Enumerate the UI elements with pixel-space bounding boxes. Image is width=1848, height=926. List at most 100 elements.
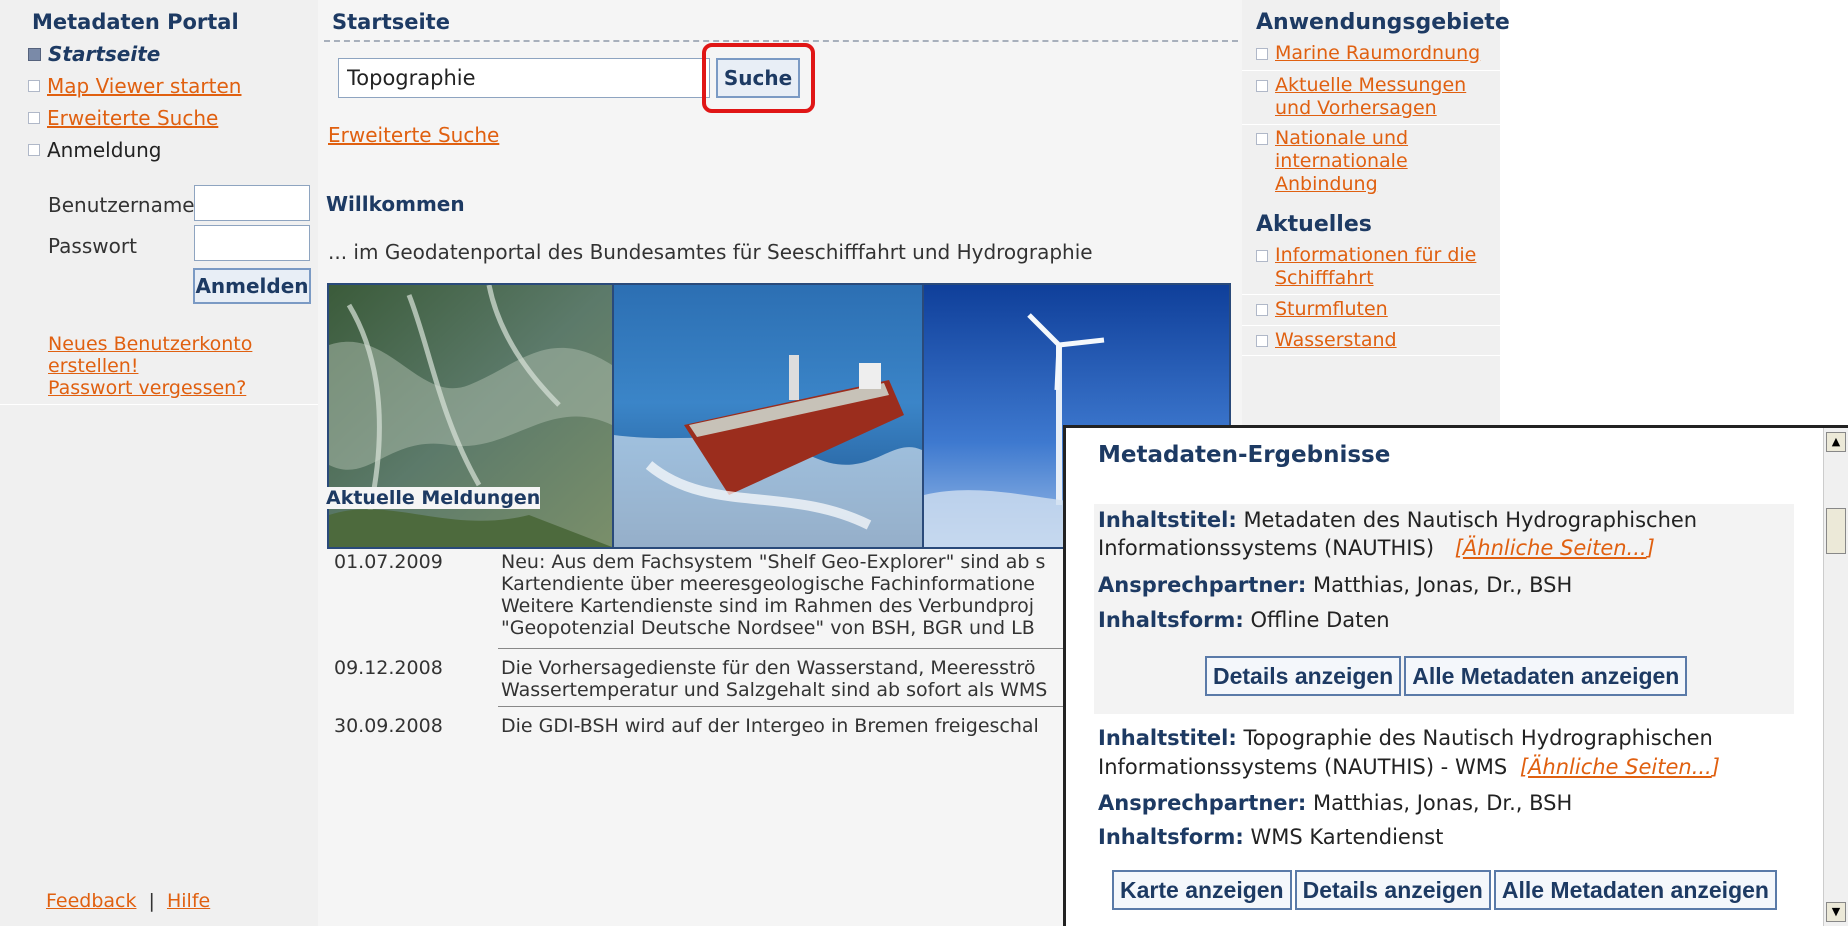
news-text: Die GDI-BSH wird auf der Intergeo in Bre…	[501, 715, 1039, 737]
divider	[0, 404, 318, 405]
bullet-icon	[28, 112, 40, 124]
sidebar-link[interactable]: Wasserstand	[1275, 329, 1397, 352]
result-title: Topographie des Nautisch Hydrographische…	[1243, 726, 1713, 750]
nav-item-erweiterte-suche[interactable]: Erweiterte Suche	[28, 106, 218, 130]
metadata-results-popup: Metadaten-Ergebnisse Inhaltstitel: Metad…	[1063, 425, 1848, 926]
contact-value: Matthias, Jonas, Dr., BSH	[1312, 573, 1573, 597]
news-separator	[498, 706, 1138, 707]
news-separator	[498, 648, 1138, 649]
nav-label: Anmeldung	[47, 138, 162, 162]
show-map-button[interactable]: Karte anzeigen	[1112, 870, 1292, 910]
news-date: 30.09.2008	[334, 715, 443, 737]
result-form: Inhaltsform: WMS Kartendienst	[1098, 825, 1443, 849]
similar-pages-link[interactable]: Ähnliche Seiten...	[1463, 536, 1647, 560]
result-title-line-2: Informationssystems (NAUTHIS) [Ähnliche …	[1098, 536, 1655, 560]
contact-label: Ansprechpartner:	[1098, 791, 1307, 815]
new-account-link-2[interactable]: erstellen!	[48, 355, 138, 377]
portal-title: Metadaten Portal	[32, 10, 239, 34]
details-button[interactable]: Details anzeigen	[1294, 870, 1491, 910]
all-metadata-button[interactable]: Alle Metadaten anzeigen	[1493, 870, 1777, 910]
right-sidebar: Anwendungsgebiete Marine Raumordnung Akt…	[1242, 0, 1510, 430]
form-value: Offline Daten	[1250, 608, 1390, 632]
contact-label: Ansprechpartner:	[1098, 573, 1307, 597]
bullet-icon	[1256, 304, 1268, 316]
username-label: Benutzername	[48, 193, 195, 217]
divider	[1242, 325, 1500, 326]
all-metadata-button[interactable]: Alle Metadaten anzeigen	[1404, 656, 1688, 696]
form-label: Inhaltsform:	[1098, 825, 1244, 849]
password-input[interactable]	[194, 225, 310, 261]
bullet-icon	[28, 80, 40, 92]
divider	[1242, 70, 1500, 71]
bullet-icon	[28, 144, 40, 156]
news-date: 09.12.2008	[334, 657, 443, 679]
nav-label: Startseite	[48, 42, 161, 66]
similar-pages-link[interactable]: Ähnliche Seiten...	[1528, 755, 1712, 779]
result-title-line: Inhaltstitel: Topographie des Nautisch H…	[1098, 726, 1713, 750]
scroll-down-icon[interactable]: ▼	[1826, 902, 1846, 922]
sidebar-item-marine[interactable]: Marine Raumordnung	[1256, 42, 1480, 65]
username-input[interactable]	[194, 185, 310, 221]
scroll-thumb[interactable]	[1826, 508, 1846, 554]
sidebar-item-wasserstand[interactable]: Wasserstand	[1256, 329, 1397, 352]
result-contact: Ansprechpartner: Matthias, Jonas, Dr., B…	[1098, 573, 1572, 597]
result-title-cont: Informationssystems (NAUTHIS) - WMS	[1098, 755, 1508, 779]
sidebar-item-schifffahrt[interactable]: Informationen für die Schifffahrt	[1256, 244, 1476, 290]
bullet-icon	[1256, 250, 1268, 262]
result-title-line-2: Informationssystems (NAUTHIS) - WMS [Ähn…	[1098, 755, 1720, 779]
bullet-icon	[1256, 80, 1268, 92]
dashed-divider	[324, 40, 1238, 42]
news-text: Die Vorhersagedienste für den Wasserstan…	[501, 657, 1048, 701]
applications-heading: Anwendungsgebiete	[1256, 10, 1510, 35]
title-label: Inhaltstitel:	[1098, 508, 1237, 532]
nav-item-map-viewer[interactable]: Map Viewer starten	[28, 74, 241, 98]
sidebar-link[interactable]: Informationen für die Schifffahrt	[1275, 244, 1476, 290]
welcome-text: ... im Geodatenportal des Bundesamtes fü…	[328, 240, 1093, 264]
nav-link[interactable]: Erweiterte Suche	[47, 106, 218, 130]
divider	[1242, 124, 1500, 125]
form-value: WMS Kartendienst	[1250, 825, 1444, 849]
news-date: 01.07.2009	[334, 551, 443, 573]
nav-link[interactable]: Map Viewer starten	[47, 74, 241, 98]
search-input[interactable]	[338, 58, 710, 98]
breadcrumb: Startseite	[332, 10, 450, 34]
sidebar-link[interactable]: Marine Raumordnung	[1275, 42, 1480, 65]
sidebar-item-anbindung[interactable]: Nationale und internationale Anbindung	[1256, 127, 1408, 196]
result-title: Metadaten des Nautisch Hydrographischen	[1243, 508, 1698, 532]
contact-value: Matthias, Jonas, Dr., BSH	[1312, 791, 1573, 815]
result-contact: Ansprechpartner: Matthias, Jonas, Dr., B…	[1098, 791, 1572, 815]
result-form: Inhaltsform: Offline Daten	[1098, 608, 1390, 632]
bullet-icon	[1256, 133, 1268, 145]
result-actions: Karte anzeigen Details anzeigen Alle Met…	[1112, 870, 1777, 910]
sidebar-link[interactable]: Nationale und internationale Anbindung	[1275, 127, 1408, 196]
login-button[interactable]: Anmelden	[193, 268, 311, 304]
results-title: Metadaten-Ergebnisse	[1098, 442, 1391, 468]
title-label: Inhaltstitel:	[1098, 726, 1237, 750]
active-bullet-icon	[28, 47, 41, 61]
sidebar-item-sturmfluten[interactable]: Sturmfluten	[1256, 298, 1388, 321]
scroll-up-icon[interactable]: ▲	[1826, 432, 1846, 452]
news-sidebar-heading: Aktuelles	[1256, 212, 1372, 237]
sidebar-link[interactable]: Aktuelle Messungen und Vorhersagen	[1275, 74, 1466, 120]
result-title-cont: Informationssystems (NAUTHIS)	[1098, 536, 1435, 560]
sidebar-item-messungen[interactable]: Aktuelle Messungen und Vorhersagen	[1256, 74, 1466, 120]
sidebar-link[interactable]: Sturmfluten	[1275, 298, 1388, 321]
nav-item-anmeldung: Anmeldung	[28, 138, 161, 162]
help-link[interactable]: Hilfe	[167, 890, 210, 912]
footer-separator: |	[148, 890, 155, 912]
news-text: Neu: Aus dem Fachsystem "Shelf Geo-Explo…	[501, 551, 1046, 639]
details-button[interactable]: Details anzeigen	[1205, 656, 1402, 696]
divider	[1242, 294, 1500, 295]
result-actions: Details anzeigen Alle Metadaten anzeigen	[1205, 656, 1688, 696]
new-account-link[interactable]: Neues Benutzerkonto	[48, 333, 252, 355]
advanced-search-link[interactable]: Erweiterte Suche	[328, 123, 499, 147]
news-heading: Aktuelle Meldungen	[326, 487, 541, 509]
form-label: Inhaltsform:	[1098, 608, 1244, 632]
nav-item-startseite[interactable]: Startseite	[28, 42, 160, 66]
bullet-icon	[1256, 335, 1268, 347]
feedback-link[interactable]: Feedback	[46, 890, 136, 912]
highlight-box	[702, 43, 815, 113]
left-sidebar: Metadaten Portal Startseite Map Viewer s…	[0, 0, 318, 926]
scrollbar[interactable]: ▲ ▼	[1823, 428, 1848, 926]
forgot-password-link[interactable]: Passwort vergessen?	[48, 377, 246, 399]
